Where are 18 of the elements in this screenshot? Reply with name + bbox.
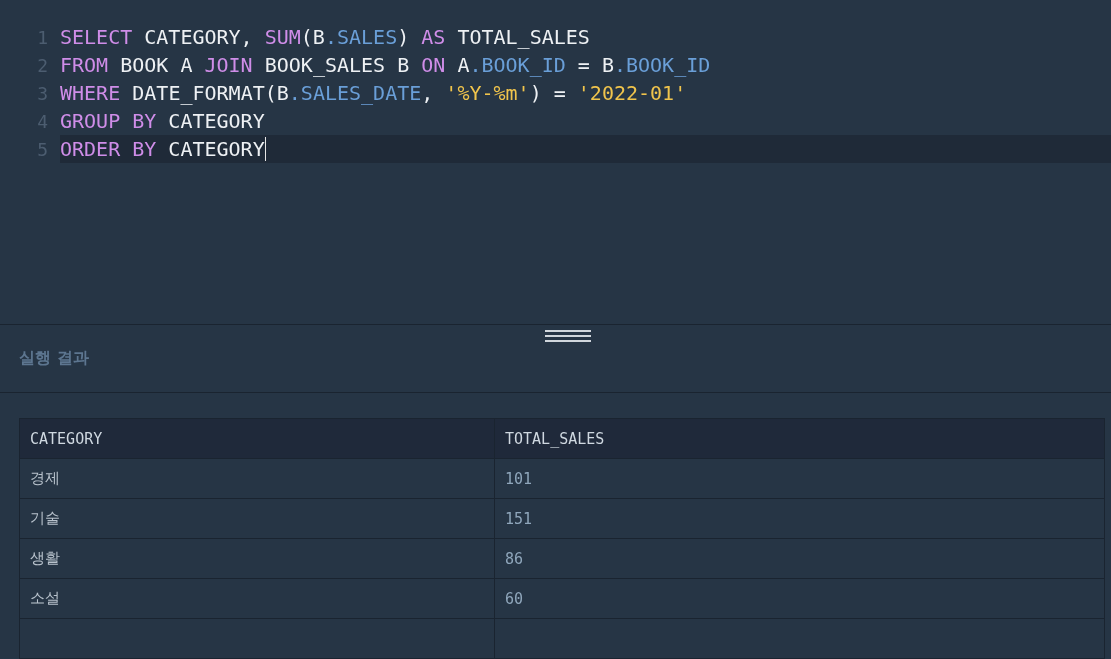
code-line: FROM BOOK A JOIN BOOK_SALES B ON A.BOOK_ID = B.BOOK_ID: [60, 53, 711, 77]
table-cell-text: 경제: [29, 468, 61, 489]
resize-handle-icon[interactable]: [545, 330, 591, 342]
table-cell: 60: [494, 579, 1104, 618]
table-cell: 151: [494, 499, 1104, 538]
column-header: TOTAL_SALES: [494, 419, 1104, 458]
results-title: 실행 결과: [19, 348, 89, 369]
table-cell-text: 소설: [29, 588, 61, 609]
code-line: SELECT CATEGORY, SUM(B.SALES) AS TOTAL_SALES: [60, 25, 590, 49]
table-cell: 86: [494, 539, 1104, 578]
code-line: ORDER BY CATEGORY: [60, 137, 265, 161]
table-cell-text: 생활: [29, 548, 61, 569]
code-line: WHERE DATE_FORMAT(B.SALES_DATE, '%Y-%m') = '2022-01': [60, 81, 687, 105]
code-line: GROUP BY CATEGORY: [60, 109, 265, 133]
text-cursor: [264, 137, 266, 161]
column-header: CATEGORY: [29, 428, 104, 450]
table-cell-text: 기술: [29, 508, 61, 529]
table-cell: 101: [494, 459, 1104, 498]
